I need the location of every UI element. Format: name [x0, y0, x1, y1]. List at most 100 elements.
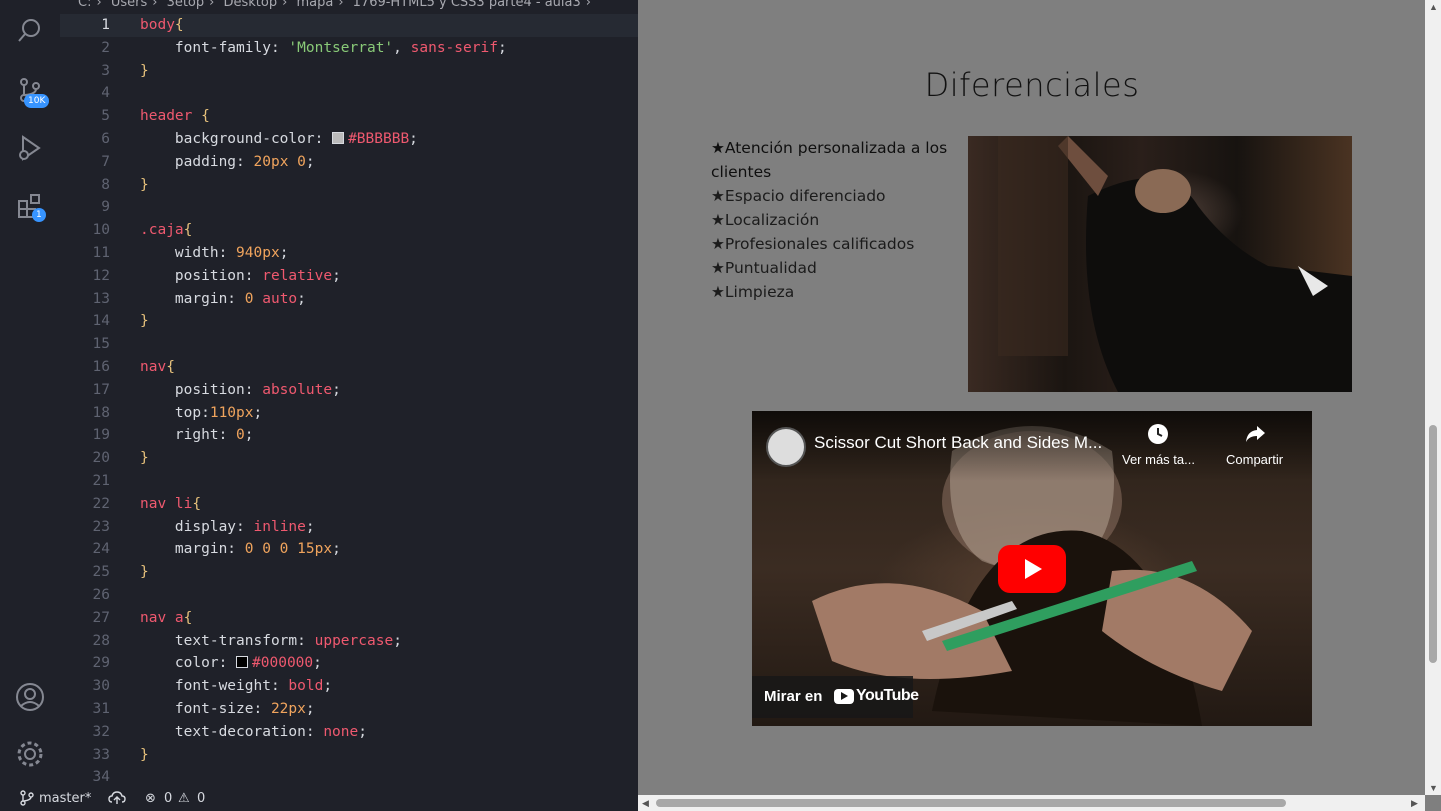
code-text[interactable]: text-transform: uppercase; [140, 630, 402, 653]
code-line[interactable]: 6 background-color: #BBBBBB; [60, 128, 638, 151]
code-line[interactable]: 29 color: #000000; [60, 652, 638, 675]
code-token: } [140, 564, 149, 581]
code-text[interactable]: } [140, 744, 149, 767]
scroll-down-icon[interactable]: ▼ [1429, 783, 1438, 793]
code-line[interactable]: 2 font-family: 'Montserrat', sans-serif; [60, 37, 638, 60]
breadcrumb-item[interactable]: C: [78, 0, 91, 10]
code-line[interactable]: 33} [60, 744, 638, 767]
code-line[interactable]: 12 position: relative; [60, 265, 638, 288]
code-text[interactable]: margin: 0 0 0 15px; [140, 538, 341, 561]
scroll-up-icon[interactable]: ▲ [1429, 2, 1438, 12]
warning-icon[interactable]: ⚠ [178, 791, 190, 806]
breadcrumb-item[interactable]: Users [111, 0, 147, 10]
code-text[interactable]: font-size: 22px; [140, 698, 315, 721]
code-line[interactable]: 30 font-weight: bold; [60, 675, 638, 698]
branch-icon[interactable] [20, 790, 34, 810]
code-line[interactable]: 8} [60, 174, 638, 197]
code-text[interactable]: margin: 0 auto; [140, 288, 306, 311]
code-line[interactable]: 31 font-size: 22px; [60, 698, 638, 721]
code-line[interactable]: 23 display: inline; [60, 516, 638, 539]
code-line[interactable]: 18 top:110px; [60, 402, 638, 425]
code-line[interactable]: 13 margin: 0 auto; [60, 288, 638, 311]
code-line[interactable]: 28 text-transform: uppercase; [60, 630, 638, 653]
code-text[interactable]: nav li{ [140, 493, 201, 516]
code-line[interactable]: 5 header { [60, 105, 638, 128]
code-text[interactable]: font-weight: bold; [140, 675, 332, 698]
source-control-badge: 10K [24, 94, 50, 108]
code-text[interactable]: } [140, 174, 149, 197]
code-line[interactable]: 17 position: absolute; [60, 379, 638, 402]
code-text[interactable]: padding: 20px 0; [140, 151, 315, 174]
code-text[interactable]: position: relative; [140, 265, 341, 288]
code-line[interactable]: 9 [60, 196, 638, 219]
code-text[interactable]: .caja{ [140, 219, 192, 242]
errors-icon[interactable]: ⊗ [145, 791, 156, 806]
code-text[interactable]: header { [140, 105, 210, 128]
code-text[interactable]: nav{ [140, 356, 175, 379]
code-editor[interactable]: C: › Users › 3etop › Desktop › mapa › 1769-HT… [60, 0, 638, 789]
code-line[interactable]: 34 [60, 766, 638, 789]
code-text[interactable]: } [140, 561, 149, 584]
sync-cloud-icon[interactable] [108, 790, 126, 810]
code-text[interactable]: } [140, 60, 149, 83]
code-line[interactable]: 11 width: 940px; [60, 242, 638, 265]
code-line[interactable]: 15 [60, 333, 638, 356]
code-text[interactable]: position: absolute; [140, 379, 341, 402]
breadcrumb-item[interactable]: 1769-HTML5 y CSS3 parte4 - aula3 [353, 0, 581, 10]
vertical-scrollbar[interactable]: ▲ ▼ [1425, 0, 1441, 795]
branch-name[interactable]: master* [39, 791, 91, 806]
code-line[interactable]: 7 padding: 20px 0; [60, 151, 638, 174]
code-text[interactable]: width: 940px; [140, 242, 289, 265]
video-title[interactable]: Scissor Cut Short Back and Sides M... [814, 433, 1102, 453]
horizontal-scrollbar[interactable]: ◀ ▶ [638, 795, 1425, 811]
code-line[interactable]: 22 nav li{ [60, 493, 638, 516]
search-icon[interactable] [14, 15, 46, 47]
code-text[interactable]: top:110px; [140, 402, 262, 425]
code-text[interactable]: nav a{ [140, 607, 192, 630]
horizontal-scroll-thumb[interactable] [656, 799, 1286, 807]
code-line[interactable]: 27 nav a{ [60, 607, 638, 630]
scroll-left-icon[interactable]: ◀ [642, 798, 649, 809]
code-line[interactable]: 21 [60, 470, 638, 493]
code-line[interactable]: 32 text-decoration: none; [60, 721, 638, 744]
code-line[interactable]: 20} [60, 447, 638, 470]
code-line[interactable]: 10 .caja{ [60, 219, 638, 242]
code-text[interactable]: body{ [140, 14, 184, 37]
code-line[interactable]: 4 [60, 82, 638, 105]
code-lines[interactable]: 1 body{2 font-family: 'Montserrat', sans-… [60, 14, 638, 789]
watch-on-youtube-button[interactable]: Mirar en YouTube [752, 676, 919, 718]
youtube-embed[interactable]: Scissor Cut Short Back and Sides M... Ve… [752, 411, 1312, 726]
code-line[interactable]: 1 body{ [60, 14, 638, 37]
code-text[interactable]: } [140, 447, 149, 470]
account-icon[interactable] [14, 681, 46, 713]
channel-avatar[interactable] [766, 427, 806, 467]
run-debug-icon[interactable] [14, 132, 46, 164]
code-text[interactable]: color: #000000; [140, 652, 322, 675]
breadcrumb-item[interactable]: Desktop [223, 0, 277, 10]
code-text[interactable]: display: inline; [140, 516, 315, 539]
code-text[interactable]: right: 0; [140, 424, 254, 447]
code-line[interactable]: 25} [60, 561, 638, 584]
gear-icon[interactable] [14, 738, 46, 770]
vertical-scroll-thumb[interactable] [1429, 425, 1437, 663]
code-line[interactable]: 24 margin: 0 0 0 15px; [60, 538, 638, 561]
code-line[interactable]: 19 right: 0; [60, 424, 638, 447]
color-swatch[interactable] [332, 131, 345, 144]
play-button[interactable] [998, 545, 1066, 593]
color-swatch[interactable] [236, 656, 249, 669]
scroll-right-icon[interactable]: ▶ [1411, 798, 1418, 809]
code-line[interactable]: 26 [60, 584, 638, 607]
code-line[interactable]: 14} [60, 310, 638, 333]
code-text[interactable]: background-color: #BBBBBB; [140, 128, 418, 151]
errors-count[interactable]: 0 [164, 791, 172, 806]
code-line[interactable]: 16 nav{ [60, 356, 638, 379]
code-line[interactable]: 3} [60, 60, 638, 83]
warnings-count[interactable]: 0 [197, 791, 205, 806]
share-button[interactable]: Compartir [1226, 423, 1283, 467]
watch-later-button[interactable]: Ver más ta... [1122, 423, 1195, 467]
code-text[interactable]: text-decoration: none; [140, 721, 367, 744]
breadcrumb-item[interactable]: 3etop [167, 0, 205, 10]
breadcrumb-item[interactable]: mapa [296, 0, 333, 10]
code-text[interactable]: } [140, 310, 149, 333]
code-text[interactable]: font-family: 'Montserrat', sans-serif; [140, 37, 507, 60]
